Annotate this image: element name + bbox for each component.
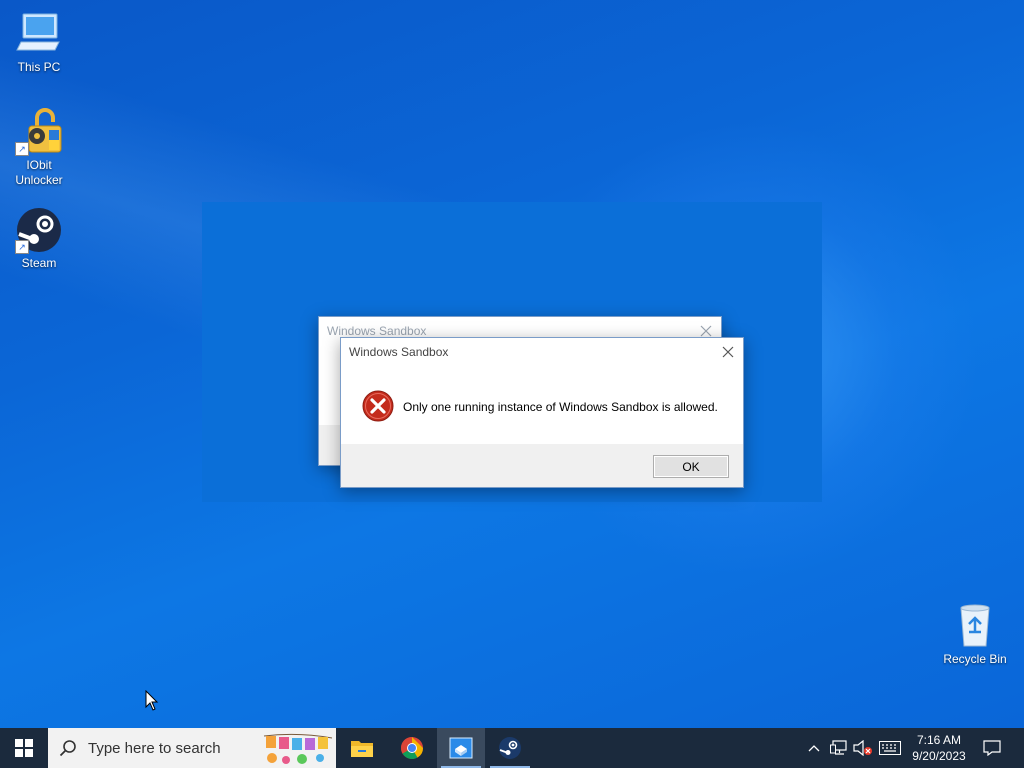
taskbar-clock[interactable]: 7:16 AM 9/20/2023	[906, 728, 972, 768]
clock-time: 7:16 AM	[916, 733, 962, 747]
error-message: Only one running instance of Windows San…	[403, 400, 718, 414]
desktop-icon-steam[interactable]: ↗ Steam	[4, 206, 74, 271]
taskbar-app-chrome[interactable]	[388, 728, 436, 768]
taskbar-app-steam[interactable]	[486, 728, 534, 768]
keyboard-tray-button[interactable]	[876, 728, 904, 768]
error-dialog-footer: OK	[341, 444, 743, 487]
recycle-bin-icon	[951, 602, 999, 650]
this-pc-icon	[15, 10, 63, 58]
desktop-icon-recycle-bin[interactable]: Recycle Bin	[940, 602, 1010, 667]
taskbar-app-windows-sandbox[interactable]	[437, 728, 485, 768]
error-dialog-close-button[interactable]	[713, 338, 743, 366]
notification-icon	[983, 740, 1001, 756]
network-tray-button[interactable]	[828, 728, 850, 768]
chevron-up-icon	[808, 745, 820, 752]
volume-muted-icon	[853, 740, 872, 756]
windows-logo-icon	[15, 739, 33, 757]
close-icon	[722, 346, 734, 358]
chrome-icon	[401, 737, 423, 759]
steam-icon: ↗	[15, 206, 63, 254]
search-highlight-art-icon	[263, 733, 333, 764]
search-icon	[48, 739, 88, 757]
back-dialog-title: Windows Sandbox	[327, 324, 427, 338]
error-dialog-body: Only one running instance of Windows San…	[341, 366, 743, 444]
taskbar: Type here to search 7:16 AM 9/20/2023	[0, 728, 1024, 768]
recycle-bin-label: Recycle Bin	[943, 652, 1007, 666]
file-explorer-icon	[351, 741, 373, 757]
iobit-unlocker-icon: ↗	[15, 108, 63, 156]
steam-icon	[499, 737, 521, 759]
shortcut-arrow-icon: ↗	[15, 240, 29, 254]
close-icon	[700, 325, 712, 337]
keyboard-icon	[879, 741, 901, 755]
network-icon	[830, 740, 847, 755]
iobit-unlocker-label: IObit Unlocker	[15, 158, 63, 187]
error-dialog-titlebar: Windows Sandbox	[341, 338, 743, 366]
mouse-cursor-icon	[145, 690, 159, 711]
steam-label: Steam	[21, 256, 57, 270]
windows-sandbox-icon	[449, 737, 473, 759]
clock-date: 9/20/2023	[912, 749, 966, 763]
error-dialog-window: Windows Sandbox Only one running instanc…	[340, 337, 744, 488]
desktop-icon-this-pc[interactable]: This PC	[4, 10, 74, 75]
search-placeholder: Type here to search	[88, 739, 221, 757]
desktop-icon-iobit-unlocker[interactable]: ↗ IObit Unlocker	[4, 108, 74, 188]
error-dialog-title: Windows Sandbox	[349, 345, 449, 359]
start-button[interactable]	[0, 728, 48, 768]
error-circle-x-icon	[362, 390, 394, 422]
taskbar-search-box[interactable]: Type here to search	[48, 728, 336, 768]
action-center-button[interactable]	[978, 728, 1006, 768]
shortcut-arrow-icon: ↗	[15, 142, 29, 156]
taskbar-app-file-explorer[interactable]	[338, 728, 386, 768]
show-hidden-icons-button[interactable]	[804, 728, 824, 768]
volume-tray-button[interactable]	[852, 728, 874, 768]
this-pc-label: This PC	[17, 60, 61, 74]
ok-button[interactable]: OK	[653, 455, 729, 478]
